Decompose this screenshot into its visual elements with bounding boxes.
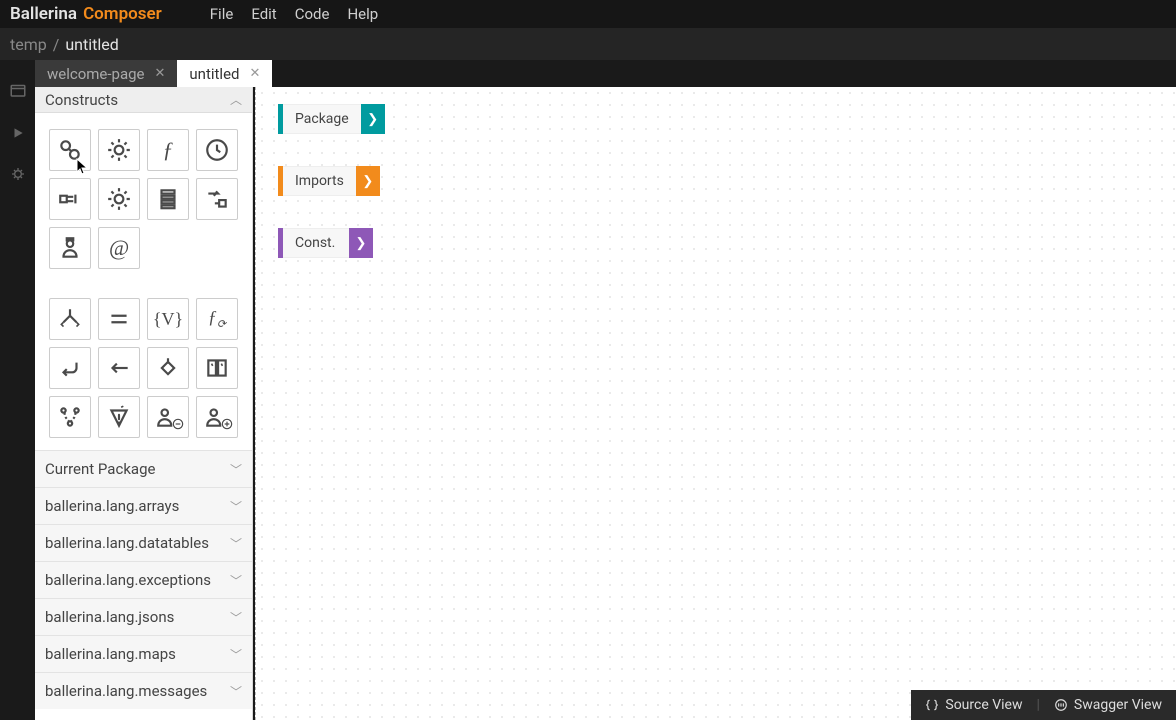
close-icon[interactable]: ✕	[155, 66, 166, 81]
explorer-icon[interactable]	[9, 81, 27, 103]
function-icon[interactable]: ƒ	[147, 129, 189, 171]
accordion-jsons[interactable]: ballerina.lang.jsons﹀	[35, 598, 252, 635]
menu-edit[interactable]: Edit	[251, 5, 276, 23]
activity-bar	[0, 87, 35, 720]
chevron-right-icon[interactable]: ❯	[356, 166, 380, 196]
design-canvas[interactable]: Package ❯ Imports ❯ Const. ❯	[255, 87, 1176, 720]
close-icon[interactable]: ✕	[249, 66, 260, 81]
top-menu-bar: Ballerina Composer File Edit Code Help	[0, 0, 1176, 28]
trycatch-icon[interactable]	[196, 347, 238, 389]
fork-icon[interactable]	[49, 298, 91, 340]
brand-second: Composer	[83, 4, 162, 24]
breadcrumb-parent[interactable]: temp	[10, 35, 47, 54]
source-view-button[interactable]: Source View	[925, 697, 1022, 713]
chevron-down-icon: ﹀	[230, 535, 242, 552]
accordion-arrays[interactable]: ballerina.lang.arrays﹀	[35, 487, 252, 524]
tab-label: untitled	[189, 65, 239, 83]
breadcrumb-separator: /	[53, 35, 60, 54]
tabs-row: welcome-page ✕ untitled ✕	[0, 60, 1176, 87]
chevron-up-icon: ︿	[230, 91, 242, 108]
source-view-label: Source View	[945, 697, 1022, 713]
footer-bar: Source View | Swagger View	[911, 690, 1176, 720]
iterate-icon[interactable]	[147, 347, 189, 389]
chevron-down-icon: ﹀	[230, 683, 242, 700]
node-label: Package	[283, 104, 361, 134]
breadcrumb-current: untitled	[65, 35, 118, 54]
constructs-title: Constructs	[45, 91, 118, 109]
tab-untitled[interactable]: untitled ✕	[177, 60, 272, 87]
accordion-messages[interactable]: ballerina.lang.messages﹀	[35, 672, 252, 709]
clock-icon[interactable]	[196, 129, 238, 171]
chevron-down-icon: ﹀	[230, 609, 242, 626]
chevron-down-icon: ﹀	[230, 646, 242, 663]
accordion-exceptions[interactable]: ballerina.lang.exceptions﹀	[35, 561, 252, 598]
connector-icon[interactable]	[49, 178, 91, 220]
chevron-down-icon: ﹀	[230, 572, 242, 589]
table-icon[interactable]	[147, 178, 189, 220]
accordion-maps[interactable]: ballerina.lang.maps﹀	[35, 635, 252, 672]
constructs-grid-1: ƒ @	[35, 113, 252, 281]
constructs-header[interactable]: Constructs ︿	[35, 87, 252, 113]
function-call-icon[interactable]: ƒ⟳	[196, 298, 238, 340]
worker-send-icon[interactable]	[147, 396, 189, 438]
chevron-down-icon: ﹀	[230, 498, 242, 515]
worker-icon[interactable]	[49, 227, 91, 269]
worker-receive-icon[interactable]	[196, 396, 238, 438]
tab-label: welcome-page	[47, 65, 145, 83]
throw-icon[interactable]	[98, 396, 140, 438]
menu-code[interactable]: Code	[295, 5, 330, 23]
node-label: Const.	[283, 228, 349, 258]
main-menu: File Edit Code Help	[210, 5, 378, 23]
node-const[interactable]: Const. ❯	[278, 228, 373, 258]
node-label: Imports	[283, 166, 356, 196]
brand-first: Ballerina	[10, 4, 77, 24]
footer-divider: |	[1037, 697, 1040, 713]
node-imports[interactable]: Imports ❯	[278, 166, 380, 196]
chevron-down-icon: ﹀	[230, 461, 242, 478]
accordion-datatables[interactable]: ballerina.lang.datatables﹀	[35, 524, 252, 561]
gear-icon[interactable]	[98, 129, 140, 171]
workspace: Constructs ︿ ƒ @ {V} ƒ⟳	[0, 87, 1176, 720]
return-icon[interactable]	[49, 347, 91, 389]
debug-icon[interactable]	[10, 166, 26, 186]
run-icon[interactable]	[11, 125, 25, 144]
reply-icon[interactable]	[98, 347, 140, 389]
gear2-icon[interactable]	[98, 178, 140, 220]
swagger-view-label: Swagger View	[1074, 697, 1162, 713]
variable-icon[interactable]: {V}	[147, 298, 189, 340]
services-icon[interactable]	[49, 129, 91, 171]
chevron-right-icon[interactable]: ❯	[361, 104, 385, 134]
constructs-grid-2: {V} ƒ⟳	[35, 281, 252, 450]
node-package[interactable]: Package ❯	[278, 104, 385, 134]
swagger-icon	[1054, 698, 1068, 712]
menu-file[interactable]: File	[210, 5, 234, 23]
accordion-current-package[interactable]: Current Package﹀	[35, 450, 252, 487]
transform-icon[interactable]	[196, 178, 238, 220]
breadcrumb: temp / untitled	[0, 28, 1176, 60]
annotation-icon[interactable]: @	[98, 227, 140, 269]
chevron-right-icon[interactable]: ❯	[349, 228, 373, 258]
accordion: Current Package﹀ ballerina.lang.arrays﹀ …	[35, 450, 252, 720]
swagger-view-button[interactable]: Swagger View	[1054, 697, 1162, 713]
menu-help[interactable]: Help	[347, 5, 378, 23]
equals-icon[interactable]	[98, 298, 140, 340]
constructs-panel: Constructs ︿ ƒ @ {V} ƒ⟳	[35, 87, 253, 720]
tab-welcome-page[interactable]: welcome-page ✕	[35, 60, 177, 87]
flow-icon[interactable]	[49, 396, 91, 438]
app-brand: Ballerina Composer	[10, 4, 162, 24]
braces-icon	[925, 698, 939, 712]
